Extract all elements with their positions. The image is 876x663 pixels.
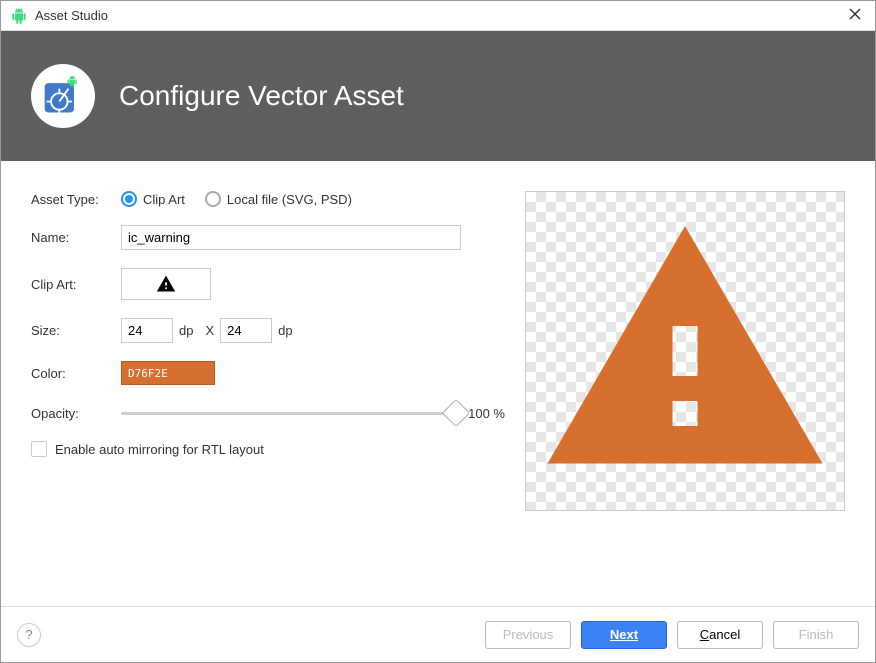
size-separator: X xyxy=(205,323,214,338)
rtl-checkbox[interactable] xyxy=(31,441,47,457)
warning-icon xyxy=(156,274,176,294)
finish-button[interactable]: Finish xyxy=(773,621,859,649)
content-area: Asset Type: Clip Art Local file (SVG, PS… xyxy=(1,161,875,606)
footer: ? Previous Next Cancel Finish xyxy=(1,606,875,662)
close-button[interactable] xyxy=(845,8,865,23)
next-button[interactable]: Next xyxy=(581,621,667,649)
help-button[interactable]: ? xyxy=(17,623,41,647)
preview-warning-icon xyxy=(535,201,835,501)
size-height-input[interactable] xyxy=(220,318,272,343)
titlebar: Asset Studio xyxy=(1,1,875,31)
opacity-value: 100 % xyxy=(468,406,505,421)
radio-dot-icon xyxy=(205,191,221,207)
clip-art-picker[interactable] xyxy=(121,268,211,300)
asset-type-radio-group: Clip Art Local file (SVG, PSD) xyxy=(121,191,352,207)
cancel-button[interactable]: Cancel xyxy=(677,621,763,649)
radio-clip-art[interactable]: Clip Art xyxy=(121,191,185,207)
slider-track xyxy=(121,412,456,415)
vector-asset-icon xyxy=(31,64,95,128)
name-input[interactable] xyxy=(121,225,461,250)
row-color: Color: D76F2E xyxy=(31,361,505,385)
row-opacity: Opacity: 100 % xyxy=(31,403,505,423)
radio-clip-art-label: Clip Art xyxy=(143,192,185,207)
banner: Configure Vector Asset xyxy=(1,31,875,161)
previous-button[interactable]: Previous xyxy=(485,621,571,649)
size-height-unit: dp xyxy=(278,323,292,338)
android-icon xyxy=(11,8,27,24)
form-panel: Asset Type: Clip Art Local file (SVG, PS… xyxy=(31,191,505,596)
color-picker[interactable]: D76F2E xyxy=(121,361,215,385)
row-clip-art: Clip Art: xyxy=(31,268,505,300)
radio-dot-icon xyxy=(121,191,137,207)
asset-type-label: Asset Type: xyxy=(31,192,121,207)
help-icon: ? xyxy=(25,627,32,642)
size-width-unit: dp xyxy=(179,323,193,338)
banner-title: Configure Vector Asset xyxy=(119,80,404,112)
preview-pane xyxy=(525,191,845,511)
size-label: Size: xyxy=(31,323,121,338)
clip-art-label: Clip Art: xyxy=(31,277,121,292)
close-icon xyxy=(849,8,861,20)
row-name: Name: xyxy=(31,225,505,250)
row-asset-type: Asset Type: Clip Art Local file (SVG, PS… xyxy=(31,191,505,207)
color-label: Color: xyxy=(31,366,121,381)
row-rtl: Enable auto mirroring for RTL layout xyxy=(31,441,505,457)
row-size: Size: dp X dp xyxy=(31,318,505,343)
opacity-slider[interactable] xyxy=(121,403,456,423)
radio-local-file[interactable]: Local file (SVG, PSD) xyxy=(205,191,352,207)
radio-local-file-label: Local file (SVG, PSD) xyxy=(227,192,352,207)
slider-thumb[interactable] xyxy=(442,399,470,427)
dialog-window: Asset Studio Configure Vector Asset xyxy=(0,0,876,663)
name-label: Name: xyxy=(31,230,121,245)
size-width-input[interactable] xyxy=(121,318,173,343)
window-title: Asset Studio xyxy=(35,8,845,23)
opacity-label: Opacity: xyxy=(31,406,121,421)
rtl-label: Enable auto mirroring for RTL layout xyxy=(55,442,264,457)
